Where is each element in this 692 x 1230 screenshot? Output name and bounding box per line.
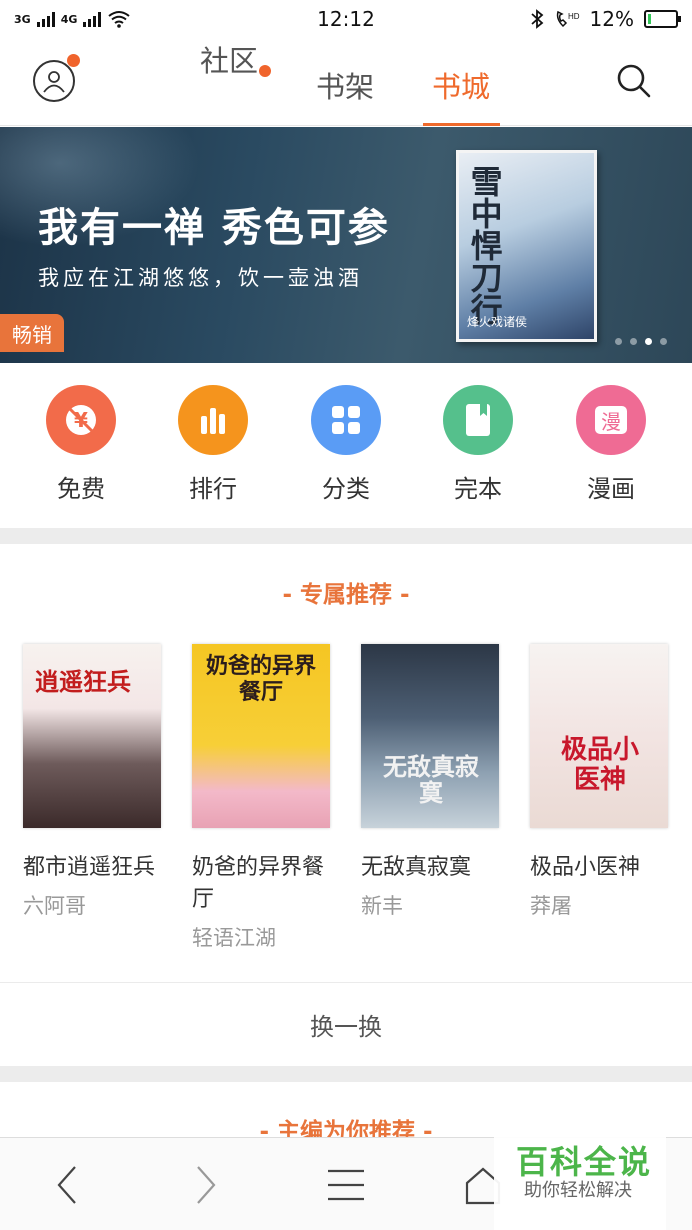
tab-bookshelf[interactable]: 书架 (316, 64, 374, 106)
cover-title-text: 无敌真寂寞 (383, 753, 479, 808)
category-label: 免费 (57, 475, 105, 503)
book-title: 都市逍遥狂兵 (23, 855, 156, 880)
banner-dot-active (645, 338, 652, 345)
banner-dot (660, 338, 667, 345)
forward-icon[interactable] (183, 1162, 229, 1208)
refresh-button[interactable]: 换一换 (0, 982, 692, 1066)
status-bar: 3G 4G 12:12 HD 12% (0, 0, 692, 38)
exclusive-section-title: - 专属推荐 - (282, 582, 410, 608)
banner-cover-author: 烽火戏诸侯 (467, 315, 528, 329)
cover-title-text: 极品小医神 (560, 735, 639, 795)
battery-icon (644, 10, 681, 28)
book-card[interactable]: 极品小医神 极品小医神 莽屠 (530, 644, 670, 920)
book-title: 极品小医神 (530, 855, 641, 880)
tab-bookstore[interactable]: 书城 (432, 64, 490, 106)
banner-dot (630, 338, 637, 345)
book-card[interactable]: 无敌真寂寞 无敌真寂寞 新丰 (361, 644, 501, 920)
category-comics[interactable]: 漫 漫画 (566, 385, 656, 504)
avatar-badge (67, 54, 80, 67)
search-icon[interactable] (615, 62, 653, 100)
section-divider (0, 528, 692, 544)
status-time: 12:12 (317, 7, 375, 31)
category-label: 完本 (454, 475, 502, 503)
section-divider (0, 1066, 692, 1082)
book-author: 六阿哥 (23, 894, 86, 918)
book-cover: 无敌真寂寞 (361, 644, 499, 828)
top-header: 社区 书架 书城 (0, 38, 692, 126)
category-label: 分类 (322, 475, 370, 503)
promo-banner[interactable]: 我有一禅 秀色可参 我应在江湖悠悠，饮一壶浊酒 畅销 雪中悍刀行 烽火戏诸侯 (0, 127, 692, 363)
book-title: 奶爸的异界餐厅 (192, 855, 325, 912)
category-label: 排行 (189, 475, 237, 503)
user-avatar-button[interactable] (33, 60, 75, 102)
book-author: 新丰 (361, 894, 403, 918)
banner-pagination (615, 338, 667, 345)
banner-title: 我有一禅 秀色可参 (38, 205, 390, 251)
book-cover: 奶爸的异界餐厅 (192, 644, 330, 828)
category-free[interactable]: ¥ 免费 (36, 385, 126, 504)
book-icon (443, 385, 513, 455)
banner-subtitle: 我应在江湖悠悠，饮一壶浊酒 (38, 266, 363, 290)
menu-icon[interactable] (323, 1162, 369, 1208)
tab-community[interactable]: 社区 (200, 38, 258, 80)
banner-tag: 畅销 (0, 314, 64, 352)
community-badge (259, 65, 271, 77)
active-tab-indicator (423, 123, 500, 126)
category-row: ¥ 免费 排行 分类 完本 漫 漫画 (0, 363, 692, 528)
book-author: 轻语江湖 (192, 926, 276, 950)
cover-title-text: 奶爸的异界餐厅 (205, 654, 316, 706)
book-cover: 极品小医神 (530, 644, 668, 828)
banner-cover-title: 雪中悍刀行 (465, 165, 504, 325)
book-card[interactable]: 逍遥狂兵 都市逍遥狂兵 六阿哥 (23, 644, 163, 920)
banner-book-cover[interactable]: 雪中悍刀行 烽火戏诸侯 (456, 150, 597, 342)
watermark-subtitle: 助你轻松解决 (524, 1180, 632, 1201)
book-card[interactable]: 奶爸的异界餐厅 奶爸的异界餐厅 轻语江湖 (192, 644, 332, 952)
book-title: 无敌真寂寞 (361, 855, 472, 880)
watermark: 百科全说 助你轻松解决 (494, 1137, 666, 1230)
back-icon[interactable] (44, 1162, 90, 1208)
cover-title-text: 逍遥狂兵 (35, 668, 131, 696)
user-icon (43, 71, 65, 93)
category-ranking[interactable]: 排行 (168, 385, 258, 504)
book-author: 莽屠 (530, 894, 572, 918)
category-completed[interactable]: 完本 (433, 385, 523, 504)
battery-fill (648, 14, 651, 24)
bar-chart-icon (178, 385, 248, 455)
book-cover: 逍遥狂兵 (23, 644, 161, 828)
yuan-free-icon: ¥ (46, 385, 116, 455)
grid-icon (311, 385, 381, 455)
comic-icon: 漫 (576, 385, 646, 455)
svg-text:漫: 漫 (601, 410, 621, 434)
banner-dot (615, 338, 622, 345)
category-label: 漫画 (587, 475, 635, 503)
category-classify[interactable]: 分类 (301, 385, 391, 504)
